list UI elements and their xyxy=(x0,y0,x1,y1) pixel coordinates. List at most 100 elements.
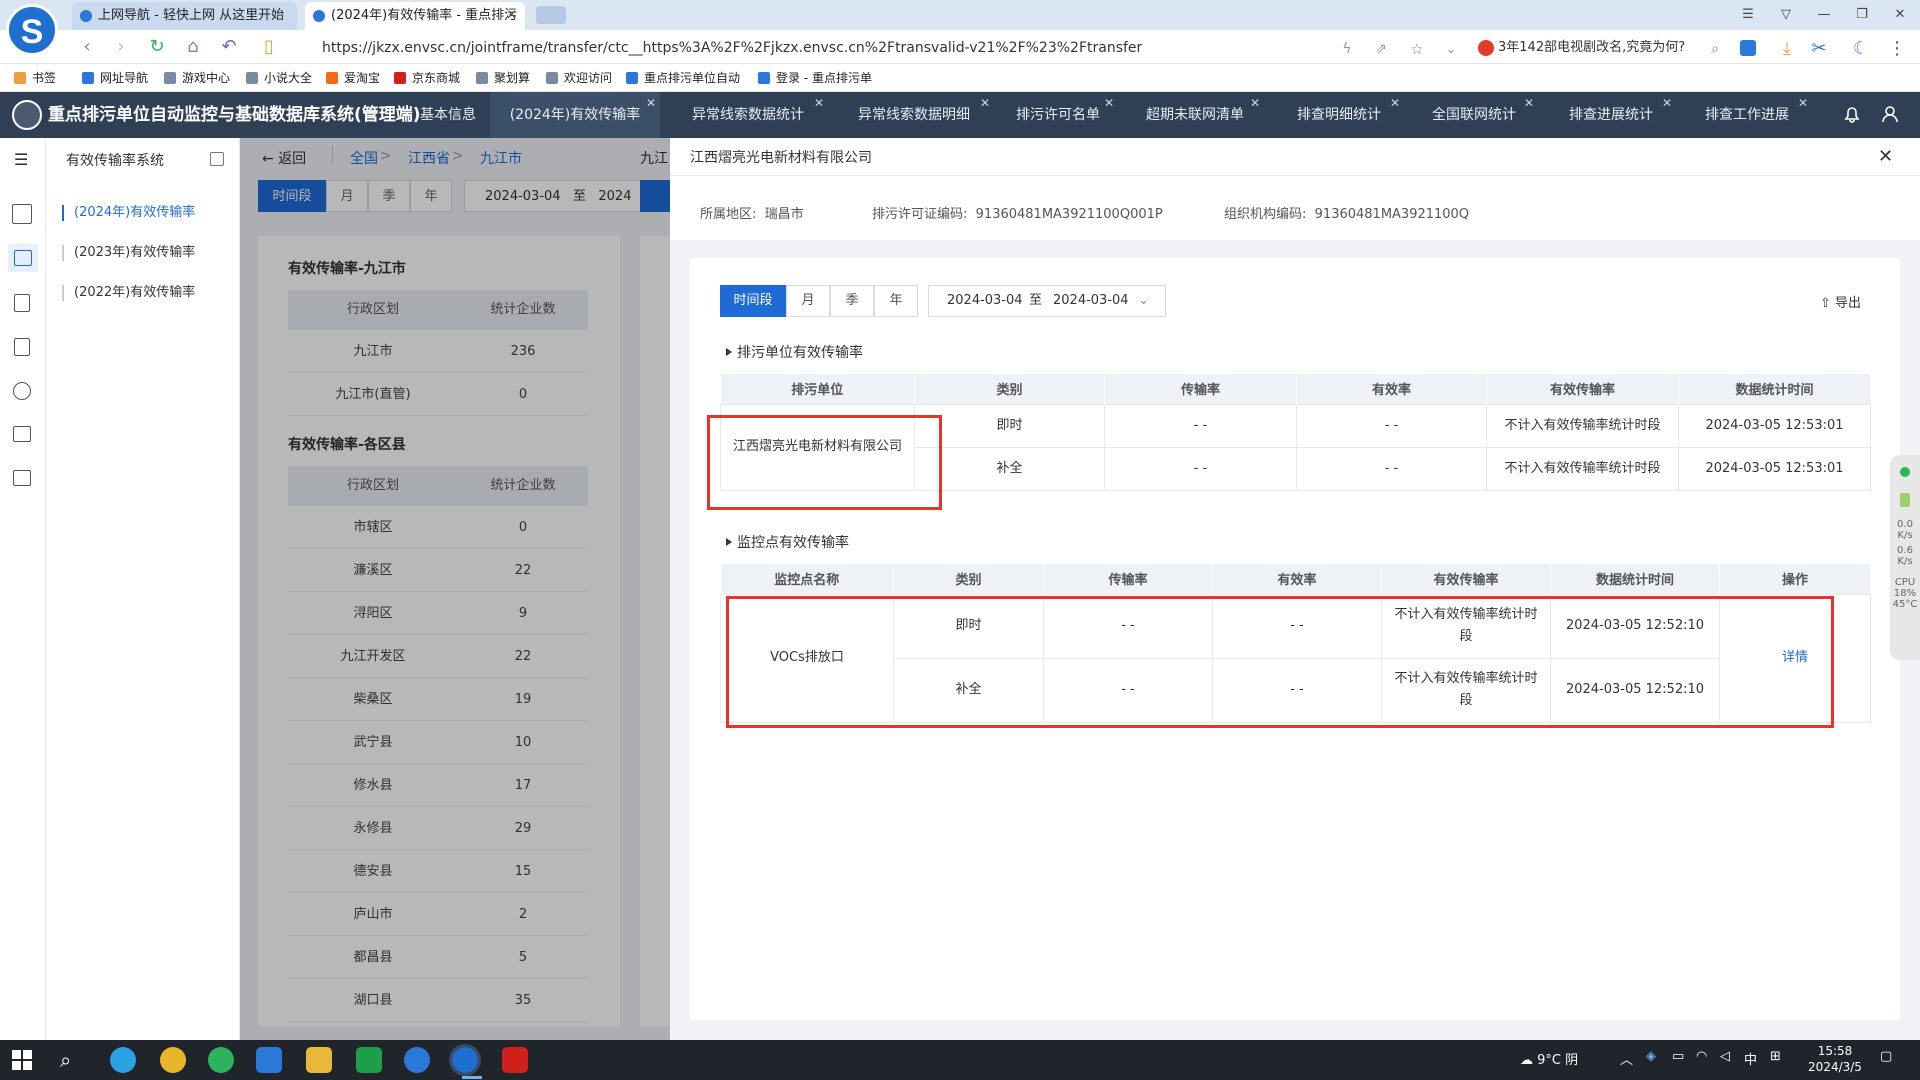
close-window-icon[interactable]: ✕ xyxy=(1882,0,1918,30)
more-icon[interactable]: ⋮ xyxy=(1886,38,1908,60)
reload-icon[interactable]: ↻ xyxy=(146,36,168,58)
minimize-icon[interactable]: — xyxy=(1806,0,1842,30)
hamburger-icon[interactable]: ☰ xyxy=(14,150,28,169)
system-monitor-widget[interactable]: 0.0 K/s 0.6 K/s CPU 18% 45°C xyxy=(1890,455,1920,660)
bookmark-item[interactable]: 京东商城 xyxy=(394,69,460,87)
search-icon[interactable]: ⌕ xyxy=(60,1048,71,1072)
menu-item-2024[interactable]: (2024年)有效传输率 xyxy=(62,205,195,221)
wechat-icon[interactable] xyxy=(208,1047,234,1073)
grid-icon[interactable]: ⊞ xyxy=(1770,1049,1781,1064)
home-icon[interactable]: ⌂ xyxy=(182,36,204,58)
seg-period[interactable]: 时间段 xyxy=(720,285,786,317)
new-tab-button[interactable] xyxy=(536,6,566,24)
feishu-icon[interactable] xyxy=(256,1047,282,1073)
url-input[interactable]: https://jkzx.envsc.cn/jointframe/transfe… xyxy=(322,38,1322,58)
qq-browser-icon[interactable] xyxy=(404,1047,430,1073)
close-icon[interactable]: ✕ xyxy=(1524,80,1534,126)
tab-basic-info[interactable]: 基本信息 xyxy=(410,92,486,138)
chrome-icon[interactable] xyxy=(160,1047,186,1073)
target-icon[interactable] xyxy=(13,382,31,400)
chevron-down-icon[interactable]: ⌄ xyxy=(1440,38,1462,60)
battery-icon[interactable]: ▭ xyxy=(1672,1049,1684,1064)
star-icon[interactable]: ☆ xyxy=(1406,38,1428,60)
search-engine-icon[interactable] xyxy=(1478,40,1494,56)
undo-icon[interactable]: ↶ xyxy=(218,36,240,58)
modal-overlay[interactable] xyxy=(240,138,670,1040)
monitor-icon[interactable] xyxy=(13,426,31,442)
browser-logo-icon[interactable]: S xyxy=(6,4,58,56)
wifi-icon[interactable]: ◠ xyxy=(1696,1049,1707,1064)
tools-icon[interactable]: ✂ xyxy=(1808,38,1830,60)
reader-icon[interactable]: ▯ xyxy=(258,36,280,58)
share-icon[interactable]: ⇗ xyxy=(1370,38,1392,60)
bookmark-item[interactable]: 重点排污单位自动 xyxy=(626,69,744,87)
search-list-icon[interactable] xyxy=(14,338,30,356)
close-icon[interactable]: ✕ xyxy=(980,80,990,126)
close-icon[interactable]: ✕ xyxy=(1798,80,1808,126)
bookmark-item[interactable]: 游戏中心 xyxy=(164,69,230,87)
tray-chevron-icon[interactable]: ︿ xyxy=(1620,1049,1633,1068)
bell-icon[interactable] xyxy=(1842,104,1864,126)
shirt-icon[interactable]: ▽ xyxy=(1768,0,1804,30)
tab-check-detail[interactable]: 排查明细统计 ✕ xyxy=(1274,92,1404,138)
lightning-icon[interactable]: ϟ xyxy=(1336,38,1358,60)
tab-anomaly-stats[interactable]: 异常线索数据统计 ✕ xyxy=(668,92,828,138)
back-icon[interactable]: ‹ xyxy=(76,36,98,58)
export-button[interactable]: ⇧ 导出 xyxy=(1820,292,1861,311)
forward-icon[interactable]: › xyxy=(110,36,132,58)
close-icon[interactable]: ✕ xyxy=(814,80,824,126)
close-icon[interactable]: ✕ xyxy=(1250,80,1260,126)
theme-icon[interactable]: ☾ xyxy=(1850,38,1872,60)
ime-indicator[interactable]: 中 xyxy=(1744,1049,1757,1068)
tab-close-icon[interactable]: ✕ xyxy=(506,2,517,30)
sogou-browser-icon[interactable] xyxy=(449,1044,481,1076)
download-icon[interactable]: ⤓ xyxy=(1776,38,1798,60)
menu-item-2022[interactable]: (2022年)有效传输率 xyxy=(62,285,195,301)
clock[interactable]: 15:58 2024/3/5 xyxy=(1800,1043,1870,1075)
chart-active-icon[interactable] xyxy=(14,250,32,266)
close-icon[interactable]: ✕ xyxy=(1662,80,1672,126)
seg-month[interactable]: 月 xyxy=(786,285,830,317)
bookmark-item[interactable]: 网址导航 xyxy=(82,69,148,87)
tab-network-stats[interactable]: 全国联网统计 ✕ xyxy=(1410,92,1538,138)
search-icon[interactable]: ⌕ xyxy=(1704,38,1726,60)
user-icon[interactable] xyxy=(1880,104,1902,126)
browser-tab-1[interactable]: 上网导航 - 轻快上网 从这里开始 xyxy=(72,2,297,30)
tab-overdue-list[interactable]: 超期未联网清单 ✕ xyxy=(1126,92,1264,138)
tab-transfer-rate-2024[interactable]: (2024年)有效传输率 ✕ xyxy=(490,92,660,138)
tab-progress-stats[interactable]: 排查进展统计 ✕ xyxy=(1546,92,1676,138)
restore-icon[interactable]: ❐ xyxy=(1844,0,1880,30)
monitor-app-icon[interactable] xyxy=(356,1047,382,1073)
folder-icon[interactable] xyxy=(306,1047,332,1073)
close-icon[interactable]: ✕ xyxy=(1878,146,1893,167)
bookmark-item[interactable]: 聚划算 xyxy=(476,69,530,87)
windows-start-icon[interactable] xyxy=(12,1050,32,1070)
seg-year[interactable]: 年 xyxy=(874,285,918,317)
edge-icon[interactable] xyxy=(110,1047,136,1073)
menu-icon[interactable]: ☰ xyxy=(1730,0,1766,30)
tab-work-progress[interactable]: 排查工作进展 ✕ xyxy=(1682,92,1812,138)
wps-icon[interactable] xyxy=(502,1047,528,1073)
close-icon[interactable]: ✕ xyxy=(646,80,656,126)
date-range-picker[interactable]: 2024-03-04 至 2024-03-04 ⌄ xyxy=(928,285,1166,317)
bookmark-item[interactable]: 小说大全 xyxy=(246,69,312,87)
bookmark-item[interactable]: 爱淘宝 xyxy=(326,69,380,87)
volume-icon[interactable]: ◁ xyxy=(1720,1049,1730,1064)
bookmark-item[interactable]: 书签 xyxy=(14,69,56,87)
chart-icon[interactable] xyxy=(12,204,32,224)
translate-icon[interactable] xyxy=(1740,40,1756,56)
tab-anomaly-detail[interactable]: 异常线索数据明细 ✕ xyxy=(834,92,994,138)
close-icon[interactable]: ✕ xyxy=(1390,80,1400,126)
search-doc-icon[interactable] xyxy=(14,294,30,312)
menu-item-2023[interactable]: (2023年)有效传输率 xyxy=(62,245,195,261)
tab-permit-list[interactable]: 排污许可名单 ✕ xyxy=(998,92,1118,138)
table-icon[interactable] xyxy=(13,470,31,486)
collapse-icon[interactable] xyxy=(210,152,224,166)
notification-icon[interactable]: ▢ xyxy=(1880,1049,1892,1064)
news-ticker[interactable]: 3年142部电视剧改名,究竟为何? xyxy=(1498,38,1708,58)
seg-quarter[interactable]: 季 xyxy=(830,285,874,317)
weather-icon[interactable]: ☁ 9°C 阴 xyxy=(1520,1049,1578,1068)
shield-icon[interactable]: ◈ xyxy=(1646,1049,1656,1064)
browser-tab-2[interactable]: (2024年)有效传输率 - 重点排污 ✕ xyxy=(305,2,525,30)
close-icon[interactable]: ✕ xyxy=(1104,80,1114,126)
